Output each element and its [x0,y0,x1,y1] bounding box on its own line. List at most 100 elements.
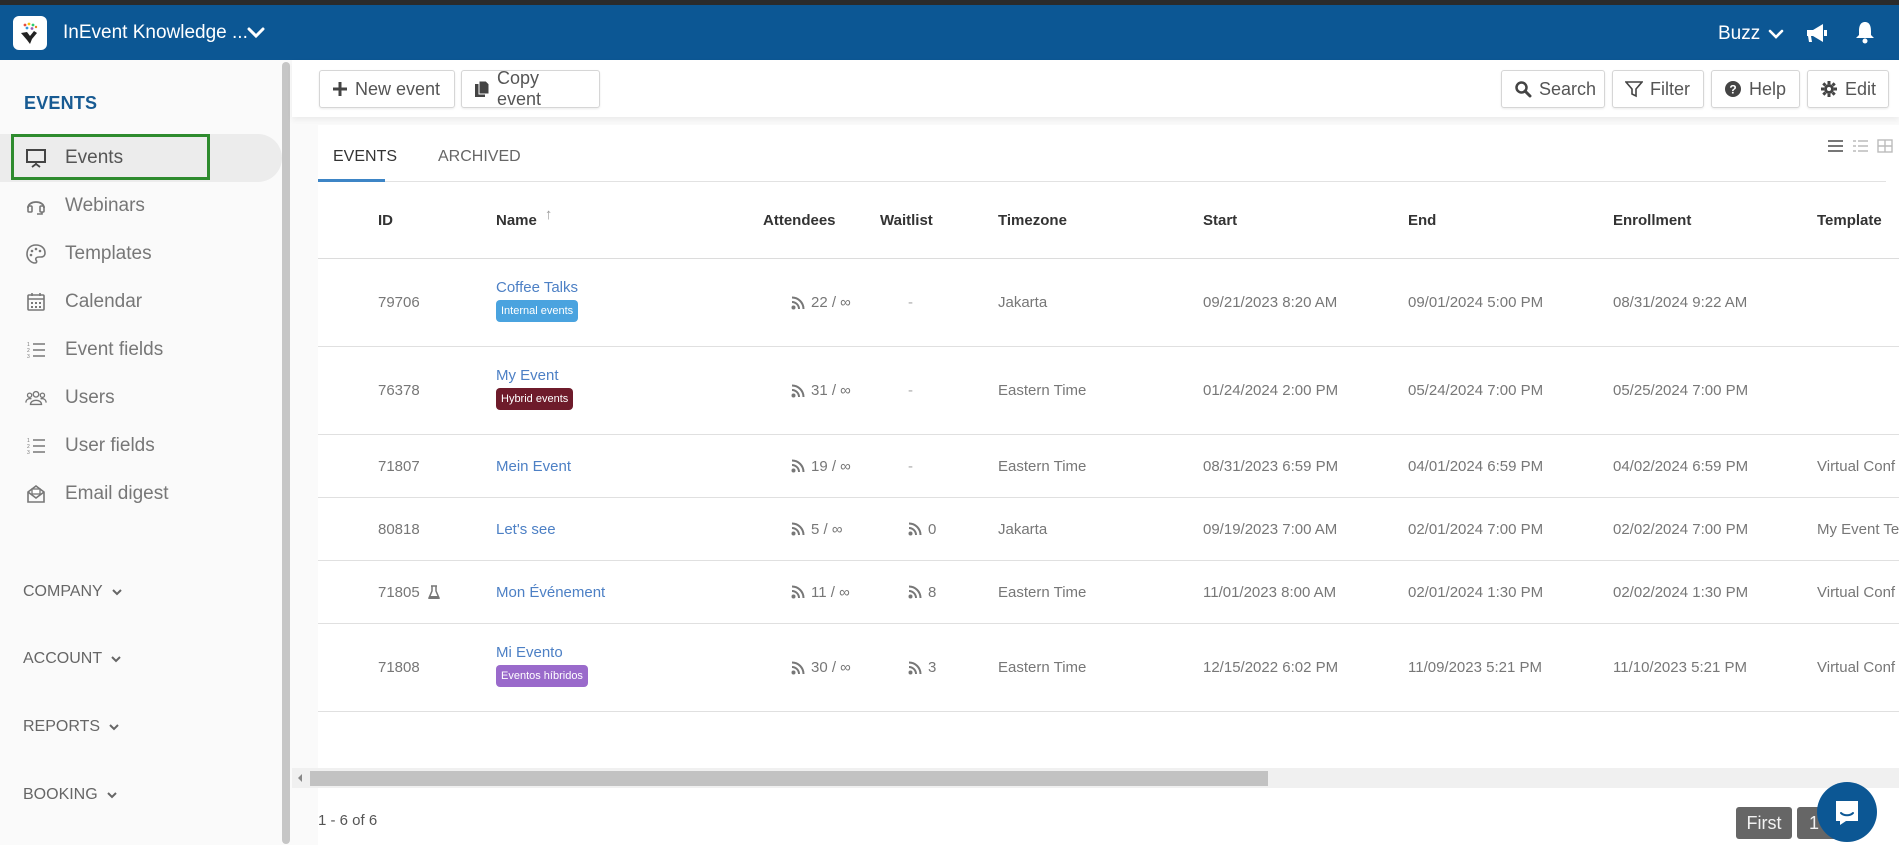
event-name-link[interactable]: Let's see [496,521,556,538]
numbered-list-icon: 123 [25,435,47,457]
column-header-enrollment[interactable]: Enrollment [1613,212,1691,229]
sidebar-item-label: Email digest [65,483,169,504]
chevron-down-icon[interactable] [245,23,267,43]
sidebar-group-company[interactable]: COMPANY [23,583,123,601]
start-date-cell: 01/24/2024 2:00 PM [1203,382,1339,399]
sidebar-item-user-fields[interactable]: 123 User fields [0,422,282,470]
group-label: ACCOUNT [23,650,103,667]
user-name: Buzz [1718,23,1761,44]
main-area: New event Copy event Search Filter ? Hel… [292,60,1899,845]
sort-ascending-icon: ↑ [544,206,553,223]
search-button[interactable]: Search [1501,70,1605,108]
horizontal-scrollbar[interactable] [292,768,1899,788]
column-header-label: Name [496,212,537,229]
sidebar-group-account[interactable]: ACCOUNT [23,650,122,668]
start-date-cell: 09/21/2023 8:20 AM [1203,294,1338,311]
event-id: 71805 [378,583,420,601]
column-header-id[interactable]: ID [378,212,393,229]
sidebar-group-booking[interactable]: BOOKING [23,786,118,804]
sidebar-group-reports[interactable]: REPORTS [23,718,120,736]
filter-icon [1625,81,1643,98]
column-header-start[interactable]: Start [1203,212,1237,229]
grid-view-icon[interactable] [1877,139,1893,153]
sidebar-item-email-digest[interactable]: Email digest [0,470,282,518]
tab-archived[interactable]: ARCHIVED [438,148,521,166]
event-name-link[interactable]: Mein Event [496,458,571,475]
company-logo[interactable] [13,16,47,50]
table-row[interactable]: 76378 My Event Hybrid events 31 / ∞ - Eastern… [318,347,1899,435]
logo-icon [21,22,38,44]
tab-events[interactable]: EVENTS [333,148,397,166]
event-id-cell: 71807 [378,458,420,475]
compact-list-view-icon[interactable] [1852,139,1869,153]
attendees-cell[interactable]: 31 / ∞ [791,382,851,399]
edit-label: Edit [1845,78,1877,99]
column-header-end[interactable]: End [1408,212,1436,229]
table-row[interactable]: 71805 Mon Événement 11 / ∞ 8 Eastern Time 11/… [318,561,1899,624]
user-menu[interactable]: Buzz [1718,23,1784,45]
event-name-link[interactable]: Coffee Talks [496,279,578,296]
sidebar-scrollbar[interactable] [282,62,290,844]
help-button[interactable]: ? Help [1711,70,1800,108]
attendees-cell[interactable]: 30 / ∞ [791,659,851,676]
sidebar-item-users[interactable]: Users [0,374,282,422]
group-label: BOOKING [23,786,98,803]
waitlist-cell: - [908,382,913,399]
event-id: 79706 [378,294,420,311]
event-tag-badge: Internal events [496,300,579,322]
first-page-button[interactable]: First [1736,807,1792,839]
bell-icon[interactable] [1854,20,1876,44]
timezone-cell: Eastern Time [998,457,1087,475]
column-header-waitlist[interactable]: Waitlist [880,212,933,229]
events-panel: EVENTS ARCHIVED ID Name ↑ Attendees Wait… [318,125,1899,845]
column-header-template[interactable]: Template [1817,212,1882,229]
table-row[interactable]: 71807 Mein Event 19 / ∞ - Eastern Time 08/31/… [318,435,1899,498]
waitlist-cell[interactable]: 8 [908,584,936,601]
attendees-cell[interactable]: 19 / ∞ [791,458,851,475]
event-name-link[interactable]: Mon Événement [496,584,605,601]
attendees-cell[interactable]: 22 / ∞ [791,294,851,311]
event-name-link[interactable]: Mi Evento [496,644,588,661]
sidebar-item-event-fields[interactable]: 123 Event fields [0,326,282,374]
group-label: COMPANY [23,583,103,600]
column-header-attendees[interactable]: Attendees [763,212,836,229]
sidebar-item-events[interactable]: Events [0,134,282,182]
copy-icon [475,80,490,97]
template-cell: Virtual Conf [1817,457,1896,475]
column-header-timezone[interactable]: Timezone [998,212,1067,229]
attendees-count: 5 / ∞ [811,520,843,538]
edit-button[interactable]: Edit [1807,70,1889,108]
end-date-cell: 09/01/2024 5:00 PM [1408,294,1544,311]
column-header-name[interactable]: Name ↑ [496,206,552,229]
attendees-cell[interactable]: 5 / ∞ [791,521,843,538]
toolbar: New event Copy event Search Filter ? Hel… [292,60,1899,117]
megaphone-icon[interactable] [1805,22,1829,44]
list-view-icon[interactable] [1827,139,1844,153]
waitlist-cell: - [908,294,913,311]
table-row[interactable]: 80818 Let's see 5 / ∞ 0 Jakarta 09/19/2023 7:… [318,498,1899,561]
waitlist-cell[interactable]: 0 [908,521,936,538]
chat-widget-button[interactable] [1817,782,1877,842]
copy-event-button[interactable]: Copy event [461,68,600,109]
scroll-left-icon[interactable] [296,773,304,783]
sidebar-item-templates[interactable]: Templates [0,230,282,278]
new-event-button[interactable]: New event [319,70,455,108]
event-name-link[interactable]: My Event [496,367,573,384]
sidebar-item-calendar[interactable]: Calendar [0,278,282,326]
sidebar-item-webinars[interactable]: Webinars [0,182,282,230]
sidebar-item-label: User fields [65,435,155,456]
attendees-cell[interactable]: 11 / ∞ [791,584,850,601]
table-row[interactable]: 79706 Coffee Talks Internal events 22 / ∞ - J… [318,259,1899,347]
app-title[interactable]: InEvent Knowledge ... [63,22,248,44]
chevron-down-icon [111,656,121,663]
table-row[interactable]: 71808 Mi Evento Eventos híbridos 30 / ∞ 3 Eas… [318,624,1899,712]
sidebar-section-title: EVENTS [24,93,98,113]
attendees-count: 11 / ∞ [811,583,850,601]
numbered-list-icon: 123 [25,339,47,361]
horizontal-scroll-thumb[interactable] [310,771,1268,786]
rss-icon [791,585,805,599]
filter-button[interactable]: Filter [1612,70,1704,108]
waitlist-cell[interactable]: 3 [908,659,936,676]
event-name-cell: My Event Hybrid events [496,367,574,410]
svg-text:3: 3 [27,354,30,360]
